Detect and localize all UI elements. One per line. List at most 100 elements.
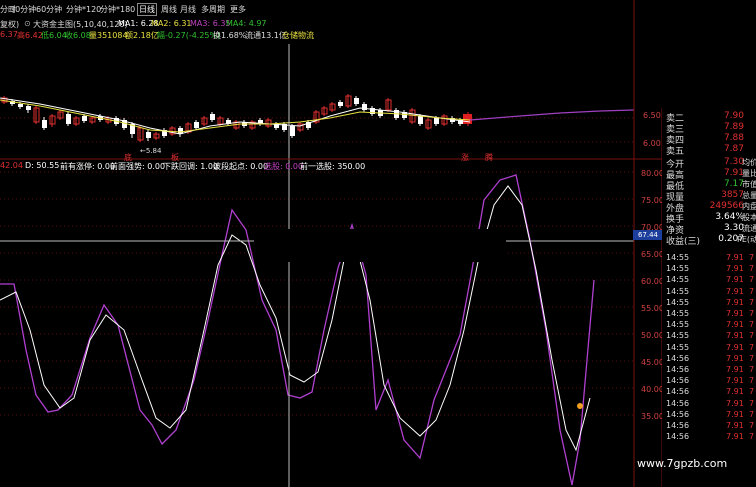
crosshair-value-tag: 67.44 [633,230,663,240]
tick-row: 14:56 7.91 7 [666,354,756,364]
tick-volume: 7 [749,421,755,430]
tick-price: 7.91 [726,365,744,374]
period-tab[interactable]: 月线 [180,4,196,15]
tick-volume: 7 [749,286,755,296]
row-value: 3857 [721,190,744,200]
tick-price: 7.91 [726,286,744,296]
row-value: 3.30 [723,223,744,233]
indicator-axis-label: 55.00 [641,304,664,313]
tick-row: 14:56 7.91 7 [666,399,756,409]
indicator-axis-label: 50.00 [641,331,664,340]
tick-volume: 7 [749,309,755,318]
candle-body [434,118,439,124]
price-axis-label: 6.50 [643,111,661,120]
tick-row: 14:55 7.91 7 [666,331,756,341]
row-extra-label: 量比 [742,169,756,178]
candle-body [194,122,199,128]
tick-volume: 7 [749,342,755,352]
order-book-row: 卖五 7.87 [666,144,756,157]
period-tab[interactable]: 分钟*120 [66,4,101,15]
indicator-axis-label: 65.00 [641,250,664,259]
indicator-axis-label: 80.00 [641,169,664,178]
ma4-value: MA4: 4.97 [226,19,267,28]
tick-row: 14:55 7.91 7 [666,253,756,263]
settings-icon[interactable]: ⊙ [24,19,31,28]
tick-time: 14:55 [666,342,690,352]
tick-volume: 7 [749,353,755,363]
candle-body [26,106,31,110]
tick-time: 14:56 [666,421,690,430]
tick-row: 14:55 7.91 7 [666,320,756,330]
period-toolbar: 分时 30分钟 60分钟 分钟*120 分钟*180 日线 周线 月线 多周期 … [0,0,540,18]
period-tab[interactable]: 60分钟 [36,4,62,15]
tick-price: 7.91 [726,409,744,419]
tick-time: 14:56 [666,387,690,397]
period-tab[interactable]: 分钟*180 [100,4,135,15]
row-extra-label: 市值 [742,180,756,189]
tick-volume: 7 [749,409,755,419]
volume-value: 量351084 [89,31,128,40]
tick-row: 14:56 7.91 7 [666,432,756,442]
tick-volume: 7 [749,253,755,262]
kdj-indicator-bar: 42.04 D: 50.55 前有涨停: 0.00 前面强势: 0.00 下跌回… [0,160,640,172]
kdj-indicator-lines [0,174,595,486]
tick-time: 14:55 [666,331,690,341]
tick-time: 14:55 [666,309,690,318]
candle-body [210,114,215,120]
tick-time: 14:56 [666,353,690,363]
quote-bar: 6.37 高6.42 低6.04 收6.08 量351084 额2.18亿 幅-… [0,29,640,41]
price-axis-label: 6.00 [643,139,661,148]
tick-volume: 7 [749,398,755,408]
tick-volume: 7 [749,275,755,285]
period-tab-active[interactable]: 日线 [137,3,157,16]
row-extra-label: PE(动 [737,235,756,244]
tick-time: 14:55 [666,253,690,262]
d-value: D: 50.55 [25,161,60,170]
tick-price: 7.91 [726,398,744,408]
tick-row: 14:56 7.91 7 [666,421,756,431]
row-value: 7.91 [723,168,744,178]
row-label: 收益(三) [666,237,701,247]
candle-body [463,114,472,124]
tick-volume: 7 [749,264,755,274]
period-tab[interactable]: 多周期 [201,4,225,15]
period-tab[interactable]: 30分钟 [10,4,36,15]
period-tab[interactable]: 更多 [230,4,246,15]
tick-volume: 7 [749,297,755,307]
tick-time: 14:56 [666,398,690,408]
tick-price: 7.91 [726,342,744,352]
sector-value[interactable]: 仓储物流 [282,30,314,41]
candle-body [66,114,71,124]
row-label: 卖五 [666,147,685,157]
tick-row: 14:56 7.91 7 [666,410,756,420]
tick-time: 14:55 [666,264,690,274]
stat-row: 最低 7.17 市值 [666,179,756,192]
row-value: 7.90 [723,111,744,121]
tick-price: 7.91 [726,275,744,285]
candle-body [290,126,295,136]
tick-row: 14:55 7.91 7 [666,275,756,285]
tick-row: 14:56 7.91 7 [666,376,756,386]
indicator-axis-label: 45.00 [641,358,664,367]
tick-time: 14:55 [666,275,690,285]
tick-price: 7.91 [726,353,744,363]
tick-price: 7.91 [726,421,744,430]
indicator-axis-label: 40.00 [641,385,664,394]
tick-row: 14:55 7.91 7 [666,309,756,319]
row-value: 249566 [709,201,744,211]
candle-body [338,102,343,106]
row-value: 7.87 [723,144,744,154]
row-extra-label: 总量 [742,191,756,200]
period-tab[interactable]: 周线 [161,4,177,15]
tick-price: 7.91 [726,387,744,397]
tick-price: 7.91 [726,253,744,262]
tick-price: 7.91 [726,376,744,386]
signal-4: 波段起点: 0.00 [213,162,269,171]
row-extra-label: 流通 [742,224,756,233]
signal-6: 前一选股: 350.00 [300,162,366,171]
ma2-value: MA2: 6.31 [151,19,192,28]
tick-price: 7.91 [726,432,744,442]
tick-price: 7.91 [726,297,744,307]
row-extra-label: 内盘 [742,202,756,211]
row-value: 3.64% [715,212,744,222]
